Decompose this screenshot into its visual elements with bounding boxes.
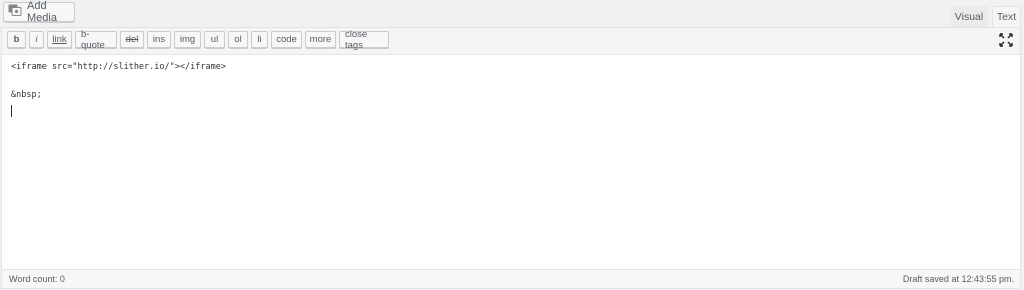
word-count: Word count: 0 bbox=[9, 274, 65, 284]
quicktags-toolbar: b i link b-quote del ins img ul ol li co… bbox=[2, 28, 1020, 55]
editor-mode-tabs: Visual Text bbox=[946, 6, 1021, 27]
editor-top-bar: Add Media Visual Text bbox=[0, 0, 1024, 27]
code-line: &nbsp; bbox=[11, 90, 42, 100]
qt-del-button[interactable]: del bbox=[120, 31, 144, 48]
qt-more-button[interactable]: more bbox=[305, 31, 336, 48]
qt-close-tags-button[interactable]: close tags bbox=[339, 29, 389, 51]
qt-link-button[interactable]: link bbox=[47, 31, 72, 48]
qt-blockquote-button[interactable]: b-quote bbox=[75, 29, 117, 51]
draft-saved-status: Draft saved at 12:43:55 pm. bbox=[902, 274, 1014, 284]
qt-code-button[interactable]: code bbox=[271, 31, 302, 48]
tab-visual[interactable]: Visual bbox=[950, 6, 988, 27]
qt-ul-button[interactable]: ul bbox=[204, 31, 225, 48]
text-caret bbox=[11, 105, 12, 117]
tab-text[interactable]: Text bbox=[992, 6, 1021, 27]
media-icon bbox=[8, 4, 23, 20]
add-media-button[interactable]: Add Media bbox=[3, 0, 75, 24]
qt-ol-button[interactable]: ol bbox=[228, 31, 248, 48]
qt-ins-button[interactable]: ins bbox=[147, 31, 171, 48]
add-media-label: Add Media bbox=[27, 0, 57, 24]
qt-img-button[interactable]: img bbox=[174, 31, 201, 48]
text-editor: b i link b-quote del ins img ul ol li co… bbox=[1, 27, 1021, 289]
status-bar: Word count: 0 Draft saved at 12:43:55 pm… bbox=[2, 269, 1020, 288]
qt-italic-button[interactable]: i bbox=[29, 31, 44, 48]
code-textarea[interactable]: <iframe src="http://slither.io/"></ifram… bbox=[2, 55, 1020, 272]
qt-li-button[interactable]: li bbox=[251, 31, 268, 48]
qt-bold-button[interactable]: b bbox=[7, 31, 26, 48]
quicktags-buttons: b i link b-quote del ins img ul ol li co… bbox=[7, 29, 392, 51]
fullscreen-icon[interactable] bbox=[999, 33, 1013, 47]
code-line: <iframe src="http://slither.io/"></ifram… bbox=[11, 62, 226, 72]
